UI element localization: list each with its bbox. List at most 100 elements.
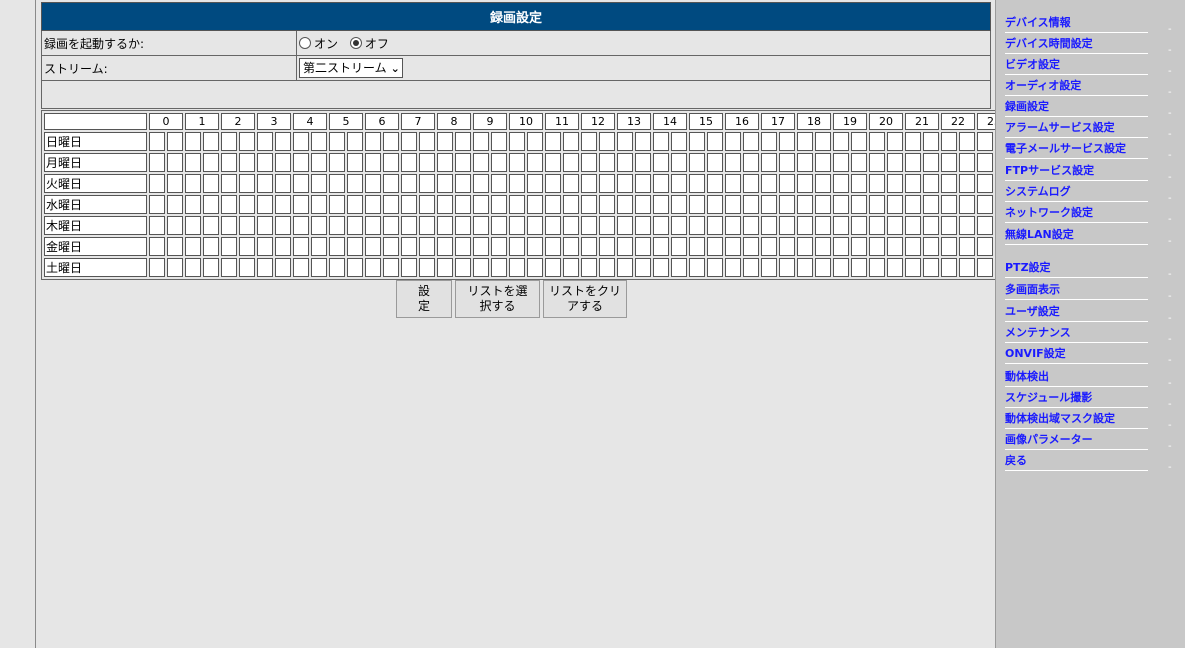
schedule-cell[interactable] (509, 195, 525, 214)
schedule-cell[interactable] (455, 237, 471, 256)
schedule-cell[interactable] (887, 237, 903, 256)
hour-header[interactable]: 15 (689, 113, 723, 130)
schedule-cell[interactable] (977, 216, 993, 235)
schedule-cell[interactable] (329, 195, 345, 214)
schedule-cell[interactable] (149, 174, 165, 193)
schedule-cell[interactable] (455, 174, 471, 193)
schedule-cell[interactable] (671, 153, 687, 172)
schedule-cell[interactable] (815, 174, 831, 193)
schedule-cell[interactable] (689, 195, 705, 214)
day-label[interactable]: 月曜日 (44, 153, 147, 172)
schedule-cell[interactable] (527, 174, 543, 193)
schedule-cell[interactable] (743, 174, 759, 193)
schedule-cell[interactable] (941, 132, 957, 151)
schedule-cell[interactable] (581, 174, 597, 193)
schedule-cell[interactable] (743, 195, 759, 214)
schedule-cell[interactable] (491, 237, 507, 256)
schedule-cell[interactable] (239, 258, 255, 277)
schedule-cell[interactable] (437, 195, 453, 214)
schedule-cell[interactable] (707, 237, 723, 256)
schedule-cell[interactable] (869, 237, 885, 256)
schedule-cell[interactable] (815, 237, 831, 256)
schedule-cell[interactable] (293, 153, 309, 172)
menu-link[interactable]: 多画面表示 (1005, 281, 1060, 297)
schedule-cell[interactable] (347, 237, 363, 256)
hour-header[interactable]: 18 (797, 113, 831, 130)
hour-header[interactable]: 22 (941, 113, 975, 130)
schedule-cell[interactable] (617, 174, 633, 193)
schedule-cell[interactable] (851, 132, 867, 151)
schedule-cell[interactable] (401, 216, 417, 235)
schedule-cell[interactable] (239, 216, 255, 235)
schedule-cell[interactable] (329, 153, 345, 172)
schedule-cell[interactable] (671, 174, 687, 193)
schedule-cell[interactable] (743, 132, 759, 151)
schedule-cell[interactable] (797, 258, 813, 277)
schedule-cell[interactable] (653, 153, 669, 172)
schedule-cell[interactable] (365, 132, 381, 151)
schedule-cell[interactable] (617, 216, 633, 235)
menu-link[interactable]: メンテナンス (1005, 324, 1071, 340)
schedule-cell[interactable] (365, 237, 381, 256)
schedule-cell[interactable] (347, 216, 363, 235)
schedule-cell[interactable] (563, 153, 579, 172)
schedule-cell[interactable] (527, 132, 543, 151)
schedule-cell[interactable] (347, 258, 363, 277)
hour-header[interactable]: 14 (653, 113, 687, 130)
schedule-cell[interactable] (761, 258, 777, 277)
schedule-cell[interactable] (707, 195, 723, 214)
schedule-cell[interactable] (275, 216, 291, 235)
schedule-cell[interactable] (815, 258, 831, 277)
schedule-cell[interactable] (563, 237, 579, 256)
schedule-cell[interactable] (149, 132, 165, 151)
schedule-cell[interactable] (905, 237, 921, 256)
schedule-cell[interactable] (329, 216, 345, 235)
schedule-cell[interactable] (977, 153, 993, 172)
schedule-cell[interactable] (797, 195, 813, 214)
schedule-cell[interactable] (455, 216, 471, 235)
schedule-cell[interactable] (365, 258, 381, 277)
menu-link[interactable]: PTZ設定 (1005, 259, 1051, 275)
menu-link[interactable]: 動体検出域マスク設定 (1005, 410, 1115, 426)
menu-link[interactable]: 画像パラメーター (1005, 431, 1093, 447)
schedule-cell[interactable] (977, 258, 993, 277)
schedule-cell[interactable] (239, 153, 255, 172)
schedule-cell[interactable] (545, 258, 561, 277)
schedule-cell[interactable] (779, 258, 795, 277)
schedule-cell[interactable] (383, 237, 399, 256)
schedule-cell[interactable] (941, 153, 957, 172)
schedule-cell[interactable] (185, 174, 201, 193)
schedule-cell[interactable] (437, 216, 453, 235)
schedule-cell[interactable] (779, 174, 795, 193)
schedule-cell[interactable] (527, 216, 543, 235)
schedule-cell[interactable] (959, 195, 975, 214)
schedule-cell[interactable] (833, 258, 849, 277)
schedule-cell[interactable] (311, 258, 327, 277)
schedule-cell[interactable] (383, 258, 399, 277)
schedule-cell[interactable] (725, 132, 741, 151)
schedule-cell[interactable] (833, 132, 849, 151)
schedule-cell[interactable] (527, 258, 543, 277)
schedule-cell[interactable] (437, 258, 453, 277)
schedule-cell[interactable] (167, 237, 183, 256)
menu-link[interactable]: ビデオ設定 (1005, 56, 1060, 72)
schedule-cell[interactable] (779, 216, 795, 235)
schedule-cell[interactable] (545, 237, 561, 256)
schedule-cell[interactable] (671, 216, 687, 235)
schedule-cell[interactable] (923, 132, 939, 151)
schedule-cell[interactable] (797, 132, 813, 151)
schedule-cell[interactable] (797, 216, 813, 235)
schedule-cell[interactable] (473, 195, 489, 214)
schedule-cell[interactable] (437, 132, 453, 151)
schedule-cell[interactable] (275, 153, 291, 172)
schedule-cell[interactable] (419, 216, 435, 235)
hour-header[interactable]: 16 (725, 113, 759, 130)
schedule-cell[interactable] (473, 132, 489, 151)
off-radio[interactable] (349, 36, 362, 49)
schedule-cell[interactable] (581, 216, 597, 235)
schedule-cell[interactable] (959, 132, 975, 151)
schedule-cell[interactable] (779, 195, 795, 214)
menu-link[interactable]: ONVIF設定 (1005, 345, 1066, 361)
schedule-cell[interactable] (203, 195, 219, 214)
schedule-cell[interactable] (761, 195, 777, 214)
